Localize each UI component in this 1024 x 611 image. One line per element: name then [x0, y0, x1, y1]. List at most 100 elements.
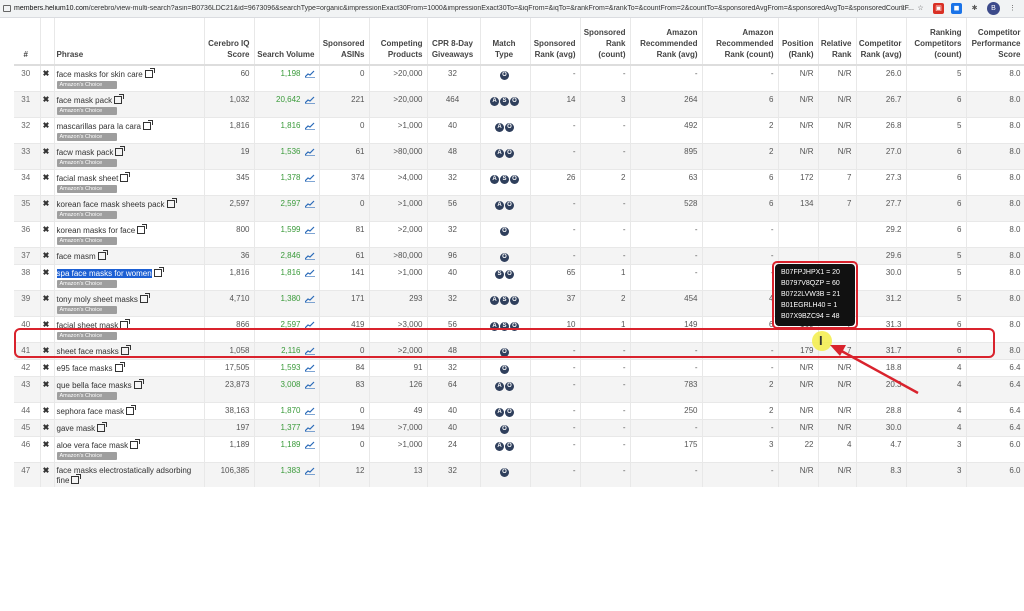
- keyword-phrase[interactable]: face masm: [57, 252, 96, 261]
- external-link-icon[interactable]: [120, 319, 131, 329]
- table-row[interactable]: 33 ✖ facw mask pack Amazon's Choice 19 1,536 6…: [14, 143, 1024, 170]
- keyword-phrase[interactable]: korean face mask sheets pack: [57, 200, 165, 209]
- keyword-phrase[interactable]: face mask pack: [57, 96, 113, 105]
- column-header[interactable]: Match Type: [480, 18, 531, 66]
- table-row[interactable]: 40 ✖ facial sheet mask Amazon's Choice 866 2,…: [14, 316, 1024, 343]
- table-row[interactable]: 47 ✖ face masks electrostatically adsorbin…: [14, 462, 1024, 487]
- extension-icon[interactable]: ▣: [933, 3, 944, 14]
- trend-chart-icon[interactable]: [304, 200, 315, 208]
- share-icon[interactable]: ⇪: [897, 3, 908, 14]
- external-link-icon[interactable]: [153, 267, 164, 277]
- trend-chart-icon[interactable]: [304, 96, 315, 104]
- external-link-icon[interactable]: [120, 345, 131, 355]
- table-row[interactable]: 45 ✖ gave mask 197 1,377 194 >7,000 40 O - - - - N/R N…: [14, 419, 1024, 437]
- column-header[interactable]: Search Volume: [254, 18, 320, 66]
- trend-chart-icon[interactable]: [304, 407, 315, 415]
- column-header[interactable]: Cerebro IQ Score: [204, 18, 255, 66]
- keyword-phrase[interactable]: e95 face masks: [57, 364, 113, 373]
- remove-keyword-icon[interactable]: ✖: [43, 406, 50, 415]
- table-row[interactable]: 44 ✖ sephora face mask 38,163 1,870 0 49 40 A O - -…: [14, 402, 1024, 420]
- column-header[interactable]: [40, 18, 55, 66]
- column-header[interactable]: CPR 8-Day Giveaways: [427, 18, 481, 66]
- table-row[interactable]: 30 ✖ face masks for skin care Amazon's Choi…: [14, 64, 1024, 92]
- remove-keyword-icon[interactable]: ✖: [43, 268, 50, 277]
- keyword-phrase[interactable]: gave mask: [57, 424, 96, 433]
- trend-chart-icon[interactable]: [304, 347, 315, 355]
- external-link-icon[interactable]: [137, 224, 148, 234]
- column-header[interactable]: Ranking Competitors (count): [906, 18, 967, 66]
- trend-chart-icon[interactable]: [304, 226, 315, 234]
- external-link-icon[interactable]: [115, 146, 126, 156]
- menu-dots-icon[interactable]: ⋮: [1007, 3, 1018, 14]
- star-icon[interactable]: ☆: [915, 3, 926, 14]
- trend-chart-icon[interactable]: [304, 381, 315, 389]
- table-row[interactable]: 46 ✖ aloe vera face mask Amazon's Choice 1,1…: [14, 436, 1024, 463]
- column-header[interactable]: Sponsored ASINs: [319, 18, 370, 66]
- remove-keyword-icon[interactable]: ✖: [43, 173, 50, 182]
- external-link-icon[interactable]: [120, 172, 131, 182]
- external-link-icon[interactable]: [166, 198, 177, 208]
- column-header[interactable]: Sponsored Rank (avg): [530, 18, 581, 66]
- external-link-icon[interactable]: [97, 250, 108, 260]
- table-row[interactable]: 41 ✖ sheet face masks 1,058 2,116 0 >2,000 48 O -…: [14, 342, 1024, 360]
- external-link-icon[interactable]: [126, 405, 137, 415]
- remove-keyword-icon[interactable]: ✖: [43, 380, 50, 389]
- remove-keyword-icon[interactable]: ✖: [43, 147, 50, 156]
- trend-chart-icon[interactable]: [304, 269, 315, 277]
- column-header[interactable]: Phrase: [54, 18, 205, 66]
- keyword-phrase[interactable]: korean masks for face: [57, 226, 136, 235]
- keyword-phrase[interactable]: aloe vera face mask: [57, 441, 129, 450]
- external-link-icon[interactable]: [139, 293, 150, 303]
- remove-keyword-icon[interactable]: ✖: [43, 199, 50, 208]
- table-row[interactable]: 42 ✖ e95 face masks 17,505 1,593 84 91 32 O - - - - N…: [14, 359, 1024, 377]
- trend-chart-icon[interactable]: [304, 467, 315, 475]
- external-link-icon[interactable]: [114, 362, 125, 372]
- remove-keyword-icon[interactable]: ✖: [43, 69, 50, 78]
- avatar[interactable]: B: [987, 2, 1000, 15]
- remove-keyword-icon[interactable]: ✖: [43, 363, 50, 372]
- column-header[interactable]: #: [14, 18, 41, 66]
- external-link-icon[interactable]: [114, 94, 125, 104]
- keyword-phrase[interactable]: mascarillas para la cara: [57, 122, 141, 131]
- keyword-phrase[interactable]: spa face masks for women: [56, 269, 152, 278]
- column-header[interactable]: Position (Rank): [778, 18, 819, 66]
- trend-chart-icon[interactable]: [304, 424, 315, 432]
- external-link-icon[interactable]: [142, 120, 153, 130]
- trend-chart-icon[interactable]: [304, 441, 315, 449]
- remove-keyword-icon[interactable]: ✖: [43, 440, 50, 449]
- table-row[interactable]: 32 ✖ mascarillas para la cara Amazon's Choi…: [14, 117, 1024, 144]
- trend-chart-icon[interactable]: [304, 70, 315, 78]
- remove-keyword-icon[interactable]: ✖: [43, 121, 50, 130]
- keyword-phrase[interactable]: tony moly sheet masks: [57, 295, 138, 304]
- table-row[interactable]: 43 ✖ que bella face masks Amazon's Choice 23…: [14, 376, 1024, 403]
- keyword-phrase[interactable]: que bella face masks: [57, 381, 132, 390]
- external-link-icon[interactable]: [144, 68, 155, 78]
- remove-keyword-icon[interactable]: ✖: [43, 225, 50, 234]
- address-bar[interactable]: members.helium10.com/cerebro/view-multi-…: [0, 0, 1024, 18]
- remove-keyword-icon[interactable]: ✖: [43, 294, 50, 303]
- trend-chart-icon[interactable]: [304, 364, 315, 372]
- remove-keyword-icon[interactable]: ✖: [43, 251, 50, 260]
- external-link-icon[interactable]: [130, 439, 141, 449]
- table-row[interactable]: 38 ✖ spa face masks for women Amazon's Choi…: [14, 264, 1024, 291]
- column-header[interactable]: Amazon Recommended Rank (avg): [630, 18, 703, 66]
- keyword-phrase[interactable]: facial mask sheet: [57, 174, 119, 183]
- trend-chart-icon[interactable]: [304, 252, 315, 260]
- column-header[interactable]: Competitor Performance Score: [966, 18, 1024, 66]
- external-link-icon[interactable]: [97, 422, 108, 432]
- keyword-phrase[interactable]: facial sheet mask: [57, 321, 119, 330]
- remove-keyword-icon[interactable]: ✖: [43, 466, 50, 475]
- trend-chart-icon[interactable]: [304, 295, 315, 303]
- table-row[interactable]: 36 ✖ korean masks for face Amazon's Choice 8…: [14, 221, 1024, 248]
- trend-chart-icon[interactable]: [304, 321, 315, 329]
- keyword-phrase[interactable]: sephora face mask: [57, 407, 125, 416]
- keyword-phrase[interactable]: face masks for skin care: [57, 70, 143, 79]
- external-link-icon[interactable]: [133, 379, 144, 389]
- remove-keyword-icon[interactable]: ✖: [43, 95, 50, 104]
- table-row[interactable]: 35 ✖ korean face mask sheets pack Amazon's …: [14, 195, 1024, 222]
- url-text[interactable]: members.helium10.com/cerebro/view-multi-…: [0, 5, 919, 12]
- remove-keyword-icon[interactable]: ✖: [43, 320, 50, 329]
- keyword-phrase[interactable]: facw mask pack: [57, 148, 114, 157]
- trend-chart-icon[interactable]: [304, 122, 315, 130]
- table-row[interactable]: 37 ✖ face masm 36 2,846 61 >80,000 96 O - - - - 29.6 5…: [14, 247, 1024, 265]
